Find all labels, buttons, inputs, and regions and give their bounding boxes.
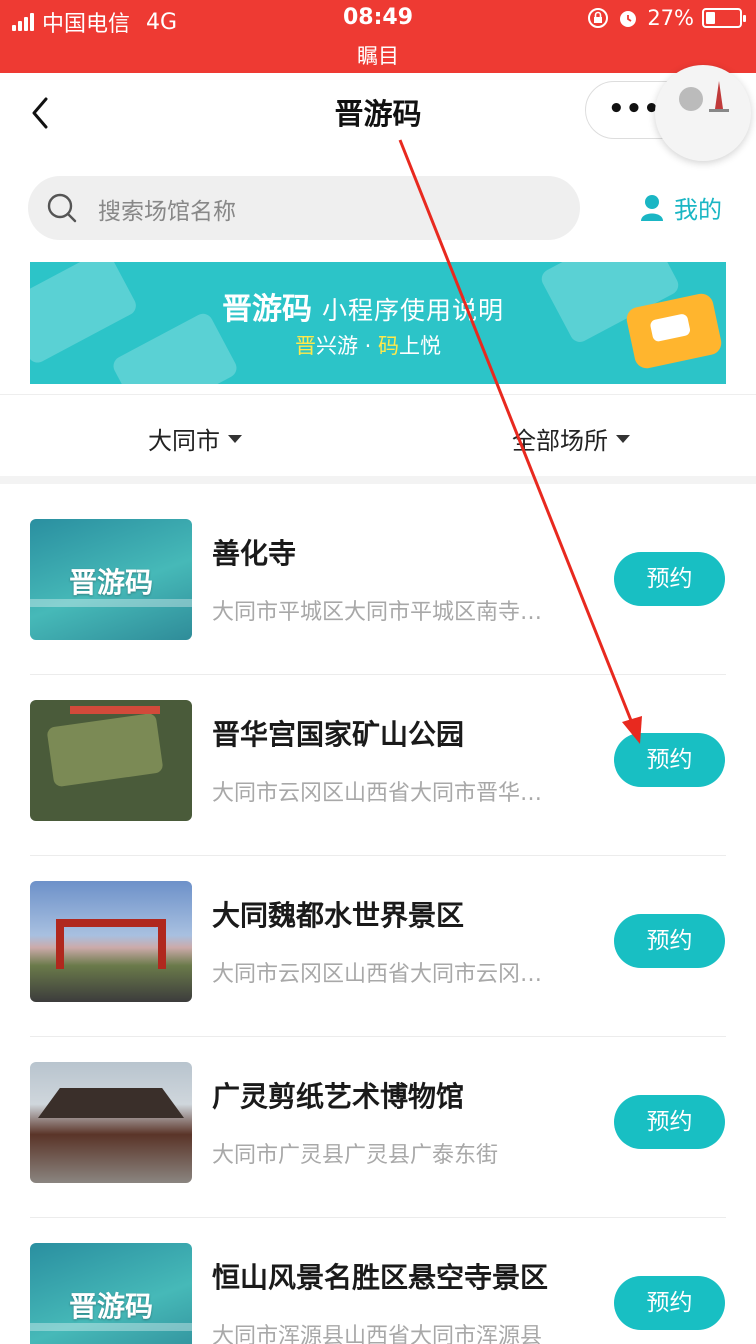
floating-ball[interactable] [655, 65, 751, 161]
person-icon [641, 194, 663, 221]
status-right: 27% [587, 6, 746, 30]
search-icon [47, 193, 77, 223]
thumbnail-watermark: 晋游码 [68, 1290, 153, 1323]
slogan-part: 上悦 [399, 334, 442, 358]
search-bar[interactable]: 搜索场馆名称 [28, 176, 580, 240]
list-item[interactable]: 晋游码 善化寺 大同市平城区大同市平城区南寺… 预约 [30, 494, 726, 675]
venue-name: 大同魏都水世界景区 [212, 899, 465, 932]
venue-address: 大同市云冈区山西省大同市晋华… [212, 781, 543, 806]
mine-label: 我的 [674, 196, 722, 224]
book-button[interactable]: 预约 [614, 733, 725, 787]
nav-bar: 晋游码 ••• [0, 73, 756, 153]
search-input[interactable]: 搜索场馆名称 [98, 192, 236, 226]
venue-thumbnail [30, 1062, 192, 1183]
list-item[interactable]: 广灵剪纸艺术博物馆 大同市广灵县广灵县广泰东街 预约 [30, 1037, 726, 1218]
venue-name: 晋华宫国家矿山公园 [212, 718, 465, 751]
slogan-part: 码 [378, 334, 400, 358]
status-subtitle: 瞩目 [357, 44, 399, 68]
venue-thumbnail: 晋游码 [30, 519, 192, 640]
venue-type-filter[interactable]: 全部场所 [512, 421, 630, 456]
venue-name: 恒山风景名胜区悬空寺景区 [212, 1261, 549, 1294]
battery-percent: 27% [647, 6, 694, 30]
venue-thumbnail: 晋游码 [30, 1243, 192, 1344]
list-item[interactable]: 晋华宫国家矿山公园 大同市云冈区山西省大同市晋华… 预约 [30, 675, 726, 856]
slogan-part: 兴游 · [316, 334, 379, 358]
venue-address: 大同市广灵县广灵县广泰东街 [212, 1143, 499, 1168]
book-button[interactable]: 预约 [614, 1276, 725, 1330]
list-item[interactable]: 大同魏都水世界景区 大同市云冈区山西省大同市云冈… 预约 [30, 856, 726, 1037]
venue-type-filter-label: 全部场所 [512, 427, 608, 455]
banner-title: 晋游码 小程序使用说明 [222, 284, 504, 328]
thumbnail-decoration [56, 919, 166, 969]
venue-address: 大同市平城区大同市平城区南寺… [212, 600, 543, 625]
thumbnail-watermark: 晋游码 [68, 566, 153, 599]
slogan-part: 晋 [295, 334, 316, 358]
venue-address: 大同市浑源县山西省大同市浑源县 [212, 1324, 543, 1344]
more-button[interactable]: ••• [608, 96, 661, 122]
venue-thumbnail [30, 881, 192, 1002]
city-filter-label: 大同市 [148, 427, 220, 455]
book-button[interactable]: 预约 [614, 1095, 725, 1149]
venue-name: 广灵剪纸艺术博物馆 [212, 1080, 465, 1113]
battery-icon [702, 8, 746, 28]
banner-brand: 晋游码 [222, 292, 312, 327]
usage-guide-banner[interactable]: 晋游码 小程序使用说明 晋兴游 · 码上悦 [30, 262, 726, 384]
mine-button[interactable]: 我的 [640, 190, 722, 225]
thumbnail-decoration [38, 1088, 184, 1118]
banner-subtitle: 小程序使用说明 [322, 296, 505, 325]
book-button[interactable]: 预约 [614, 552, 725, 606]
battery-fill [706, 12, 715, 24]
book-button[interactable]: 预约 [614, 914, 725, 968]
thumbnail-decoration [46, 712, 164, 788]
banner-slogan: 晋兴游 · 码上悦 [295, 330, 441, 360]
link-icon [679, 87, 703, 111]
rotation-lock-icon [588, 8, 609, 28]
alarm-icon [620, 11, 637, 27]
banner-decoration [30, 262, 140, 367]
venue-thumbnail [30, 700, 192, 821]
banner-decoration [110, 310, 240, 384]
filter-bar: 大同市 全部场所 [0, 394, 756, 484]
venue-name: 善化寺 [212, 537, 297, 570]
list-item[interactable]: 晋游码 恒山风景名胜区悬空寺景区 大同市浑源县山西省大同市浑源县 预约 [30, 1218, 726, 1344]
venue-address: 大同市云冈区山西省大同市云冈… [212, 962, 543, 987]
tower-icon [709, 81, 729, 112]
caret-down-icon [228, 434, 242, 443]
city-filter[interactable]: 大同市 [148, 421, 242, 456]
status-bar: 中国电信 4G 08:49 瞩目 27% [0, 0, 756, 73]
caret-down-icon [616, 434, 630, 443]
thumbnail-decoration [70, 706, 160, 714]
